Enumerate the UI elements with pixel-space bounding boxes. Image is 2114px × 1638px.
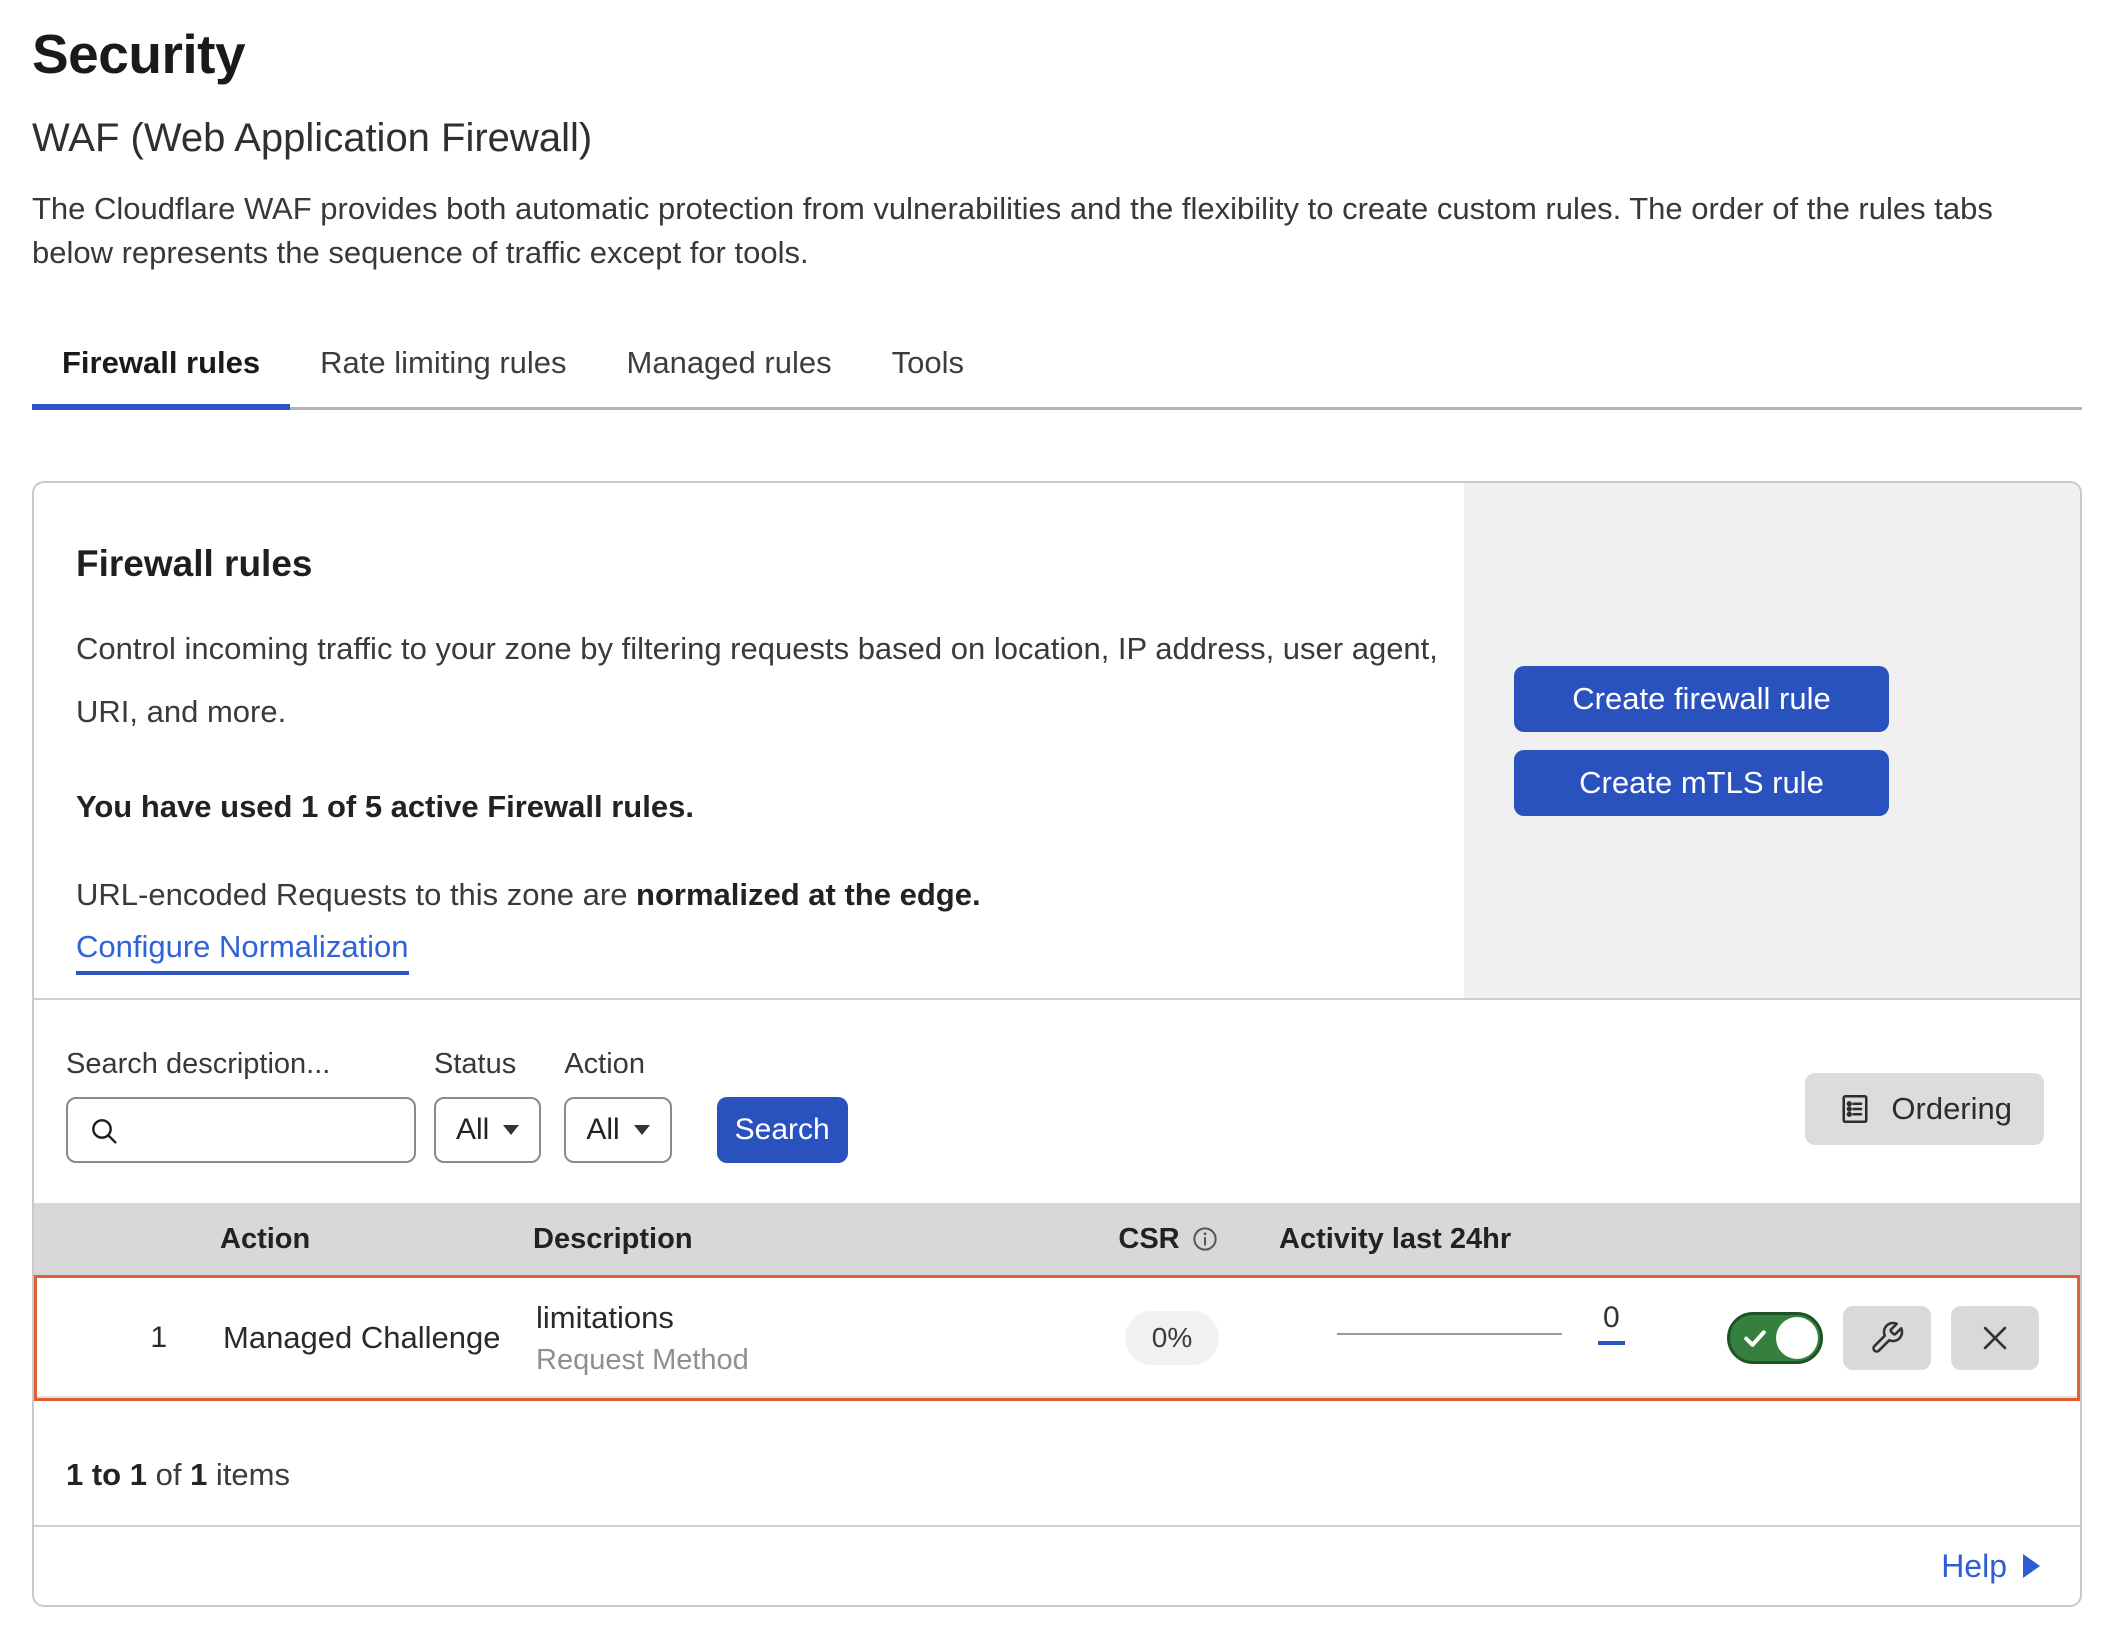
status-select[interactable]: All	[434, 1097, 541, 1163]
edit-rule-button[interactable]	[1843, 1306, 1931, 1370]
tab-managed-rules[interactable]: Managed rules	[597, 327, 862, 407]
search-icon	[88, 1115, 120, 1147]
column-header-activity: Activity last 24hr	[1254, 1223, 1704, 1256]
card-description: Control incoming traffic to your zone by…	[76, 617, 1454, 743]
activity-sparkline	[1337, 1333, 1562, 1335]
info-icon[interactable]	[1190, 1224, 1220, 1254]
csr-badge: 0%	[1125, 1311, 1219, 1365]
action-select[interactable]: All	[564, 1097, 671, 1163]
page-subtitle: WAF (Web Application Firewall)	[32, 116, 2082, 161]
tab-label: Tools	[892, 345, 964, 380]
column-header-description: Description	[504, 1223, 1084, 1256]
search-label: Search description...	[66, 1048, 416, 1081]
tab-label: Rate limiting rules	[320, 345, 566, 380]
page-title: Security	[32, 22, 2082, 86]
chevron-down-icon	[634, 1125, 650, 1135]
column-header-action: Action	[189, 1223, 504, 1256]
rule-priority: 1	[37, 1321, 192, 1355]
column-header-csr: CSR	[1118, 1223, 1179, 1256]
ordering-button-label: Ordering	[1891, 1091, 2012, 1127]
check-icon	[1740, 1323, 1770, 1353]
configure-normalization-link[interactable]: Configure Normalization	[76, 929, 409, 975]
security-waf-page: Security WAF (Web Application Firewall) …	[0, 0, 2114, 1607]
create-mtls-rule-button[interactable]: Create mTLS rule	[1514, 750, 1889, 816]
pagination-summary: 1 to 1 of 1 items	[34, 1401, 2080, 1527]
tab-label: Firewall rules	[62, 345, 260, 380]
action-label: Action	[564, 1048, 671, 1081]
ordering-list-icon	[1837, 1091, 1873, 1127]
rule-action: Managed Challenge	[192, 1320, 507, 1356]
help-link[interactable]: Help	[1941, 1548, 2040, 1585]
chevron-down-icon	[503, 1125, 519, 1135]
rule-expression-field: Request Method	[536, 1344, 1087, 1377]
wrench-icon	[1869, 1320, 1905, 1356]
table-header: Action Description CSR Activity last 24h…	[34, 1203, 2080, 1275]
toggle-knob	[1776, 1317, 1818, 1359]
ordering-button[interactable]: Ordering	[1805, 1073, 2044, 1145]
firewall-rule-row-highlighted[interactable]: 1 Managed Challenge limitations Request …	[34, 1275, 2080, 1401]
search-button[interactable]: Search	[717, 1097, 848, 1163]
status-label: Status	[434, 1048, 541, 1081]
actions-sidebar: Create firewall rule Create mTLS rule	[1464, 483, 2080, 998]
tab-label: Managed rules	[627, 345, 832, 380]
firewall-rules-panel: Firewall rules Control incoming traffic …	[32, 481, 2082, 1607]
tab-firewall-rules[interactable]: Firewall rules	[32, 327, 290, 407]
filter-bar: Search description... Status All	[34, 1000, 2080, 1203]
arrow-right-icon	[2023, 1554, 2040, 1578]
rule-description: limitations	[536, 1300, 1087, 1336]
normalization-note: URL-encoded Requests to this zone are no…	[76, 877, 1454, 913]
action-value: All	[586, 1113, 619, 1147]
create-firewall-rule-button[interactable]: Create firewall rule	[1514, 666, 1889, 732]
firewall-rules-card: Firewall rules Control incoming traffic …	[34, 483, 2080, 1000]
delete-rule-button[interactable]	[1951, 1306, 2039, 1370]
tab-tools[interactable]: Tools	[862, 327, 994, 407]
page-description: The Cloudflare WAF provides both automat…	[32, 187, 2082, 275]
card-heading: Firewall rules	[76, 543, 1454, 585]
usage-summary: You have used 1 of 5 active Firewall rul…	[76, 789, 1454, 825]
rule-enabled-toggle[interactable]	[1727, 1312, 1823, 1364]
status-value: All	[456, 1113, 489, 1147]
waf-tab-bar: Firewall rules Rate limiting rules Manag…	[32, 327, 2082, 410]
tab-rate-limiting-rules[interactable]: Rate limiting rules	[290, 327, 596, 407]
close-icon	[1978, 1321, 2012, 1355]
help-link-label: Help	[1941, 1548, 2007, 1585]
activity-count-link[interactable]: 0	[1598, 1301, 1625, 1345]
